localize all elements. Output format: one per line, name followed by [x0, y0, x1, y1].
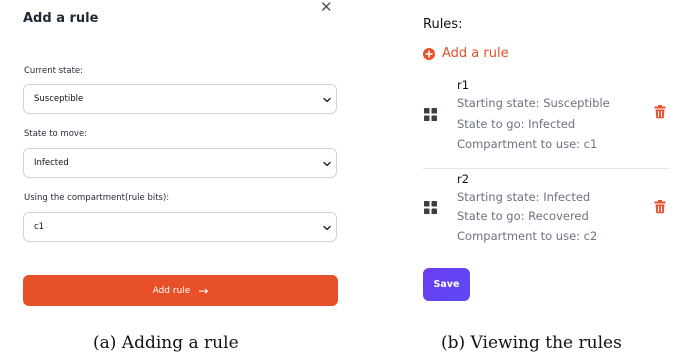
state-to-move-select[interactable]: Infected: [23, 148, 337, 178]
compartment-value: c1: [34, 222, 45, 232]
add-rule-modal: Add a rule ✕ Current state: Susceptible …: [0, 0, 360, 310]
rule-state-to-go: State to go: Infected: [457, 117, 576, 131]
rule-compartment: Compartment to use: c2: [457, 229, 598, 243]
add-rule-link-label: Add a rule: [442, 46, 509, 61]
arrow-right-icon: →: [198, 283, 209, 298]
state-to-move-label: State to move:: [24, 129, 88, 139]
rule-name: r2: [457, 172, 470, 186]
plus-circle-icon: [423, 47, 435, 60]
trash-icon[interactable]: [654, 200, 666, 214]
compartment-label: Using the compartment(rule bits):: [24, 193, 170, 203]
add-rule-link[interactable]: Add a rule: [423, 46, 509, 61]
current-state-value: Susceptible: [34, 94, 84, 104]
modal-title: Add a rule: [23, 11, 99, 26]
current-state-select[interactable]: Susceptible: [23, 84, 337, 114]
current-state-label: Current state:: [24, 66, 84, 76]
rule-card-r2: r2 Starting state: Infected State to go:…: [414, 172, 670, 262]
rules-heading: Rules:: [423, 17, 463, 32]
chevron-down-icon: [323, 225, 331, 231]
rule-card-r1: r1 Starting state: Susceptible State to …: [414, 78, 670, 168]
grid-icon[interactable]: [424, 108, 437, 121]
rule-starting-state: Starting state: Infected: [457, 190, 591, 204]
figure: Add a rule ✕ Current state: Susceptible …: [0, 0, 691, 362]
caption-b: (b) Viewing the rules: [441, 333, 622, 353]
caption-a: (a) Adding a rule: [93, 333, 239, 353]
save-button[interactable]: Save: [423, 268, 470, 301]
add-rule-button-label: Add rule: [152, 285, 191, 296]
add-rule-button[interactable]: Add rule →: [23, 275, 338, 306]
grid-icon[interactable]: [424, 201, 437, 214]
rules-panel: Rules: Add a rule r1 Starting state: Sus…: [414, 0, 691, 310]
rule-starting-state: Starting state: Susceptible: [457, 96, 610, 110]
rule-name: r1: [457, 78, 470, 92]
compartment-select[interactable]: c1: [23, 212, 337, 242]
state-to-move-value: Infected: [34, 158, 69, 168]
rule-state-to-go: State to go: Recovered: [457, 209, 589, 223]
save-button-label: Save: [433, 279, 460, 290]
rule-divider: [423, 168, 670, 169]
chevron-down-icon: [323, 161, 331, 167]
trash-icon[interactable]: [654, 105, 666, 119]
close-icon[interactable]: ✕: [320, 0, 333, 15]
chevron-down-icon: [323, 97, 331, 103]
rule-compartment: Compartment to use: c1: [457, 137, 598, 151]
